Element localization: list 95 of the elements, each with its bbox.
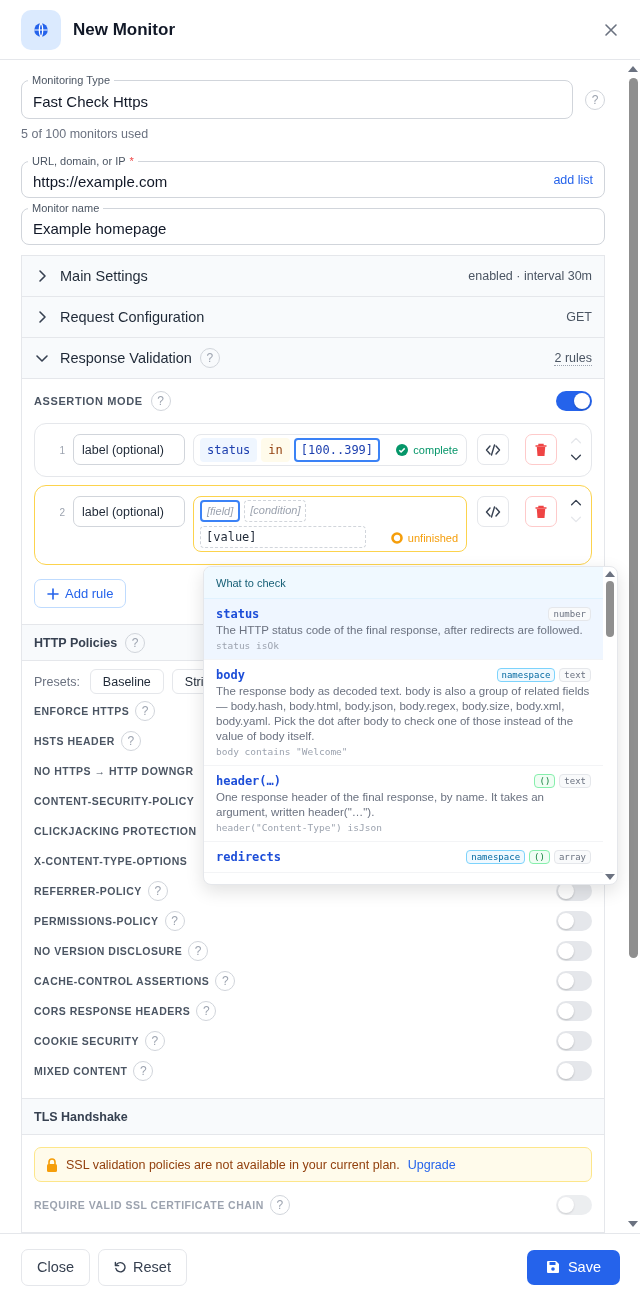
field-name: header(…) [216, 774, 282, 788]
code-view-button[interactable] [477, 434, 509, 465]
field-name: body [216, 668, 245, 682]
section-title: HTTP Policies [34, 635, 118, 650]
expression-token[interactable]: [100..399] [293, 438, 381, 462]
usage-note: 5 of 100 monitors used [21, 127, 150, 141]
policy-label: COOKIE SECURITY [34, 1035, 139, 1047]
type-tag: () [529, 850, 550, 864]
expression-field[interactable]: [field] [condition] [value] unfinished [193, 496, 467, 552]
rule-status: complete [413, 444, 458, 456]
policy-label: CACHE-CONTROL ASSERTIONS [34, 975, 210, 987]
close-button[interactable]: Close [21, 1248, 91, 1286]
toggle-switch[interactable] [556, 971, 592, 991]
add-rule-button[interactable]: Add rule [34, 579, 127, 608]
policy-label: MIXED CONTENT [34, 1065, 128, 1077]
rule-number: 2 [58, 506, 65, 518]
policy-label: X-CONTENT-TYPE-OPTIONS [34, 855, 188, 867]
add-list-link[interactable]: add list [553, 172, 593, 187]
delete-button[interactable] [525, 496, 557, 527]
expression-token[interactable]: [value] [200, 526, 366, 548]
menu-heading: What to check [204, 567, 603, 599]
preset-button[interactable]: Baseline [89, 669, 164, 694]
toggle-switch[interactable] [556, 1061, 592, 1081]
field-example: body contains "Welcome" [216, 746, 349, 757]
reset-button[interactable]: Reset [98, 1248, 187, 1286]
section-title: Request Configuration [60, 309, 205, 325]
section-title: TLS Handshake [34, 1109, 128, 1124]
toggle-switch[interactable] [556, 1001, 592, 1021]
toggle-switch[interactable] [556, 941, 592, 961]
expression-token[interactable]: in [261, 438, 290, 462]
type-tag: text [559, 668, 591, 682]
label-field[interactable]: label (optional) [73, 496, 185, 527]
toggle-switch[interactable] [556, 391, 592, 411]
rule-status: unfinished [407, 532, 458, 544]
section-summary: 2 rules [554, 350, 592, 366]
menu-item[interactable]: status number The HTTP status code of the final response, after redirects are followed. status isOk [204, 599, 603, 660]
policy-label: NO HTTPS → HTTP DOWNGR [34, 765, 194, 777]
field-name: status [216, 607, 260, 621]
field-example: header("Content-Type") isJson [216, 822, 383, 833]
label-field[interactable]: label (optional) [73, 434, 185, 465]
app-logo-icon [21, 9, 61, 50]
policy-label: NO VERSION DISCLOSURE [34, 945, 183, 957]
lock-icon [46, 1157, 58, 1172]
type-tag: namespace [496, 668, 556, 682]
type-tag: text [559, 774, 591, 788]
type-tag: () [534, 774, 556, 788]
expression-field[interactable]: status in [100..399] complete [193, 434, 467, 466]
section-title: Main Settings [60, 268, 148, 284]
notice-text: SSL validation policies are not available in your current plan. [66, 1157, 400, 1172]
presets-label: Presets: [34, 674, 80, 689]
toggle-switch[interactable] [556, 1031, 592, 1051]
policy-label: REQUIRE VALID SSL CERTIFICATE CHAIN [34, 1199, 264, 1211]
policy-label: REFERRER-POLICY [34, 885, 142, 897]
section-header[interactable]: Request Configuration GET [22, 297, 604, 338]
policy-label: CLICKJACKING PROTECTION [34, 825, 197, 837]
field-example: status isOk [216, 640, 280, 651]
save-button[interactable]: Save [526, 1249, 620, 1285]
policy-label: CORS RESPONSE HEADERS [34, 1005, 191, 1017]
dialog-title: New Monitor [73, 19, 176, 40]
toggle-switch[interactable] [556, 911, 592, 931]
upgrade-link[interactable]: Upgrade [407, 1157, 456, 1172]
trash-icon [534, 442, 548, 457]
code-view-button[interactable] [477, 496, 509, 527]
section-header[interactable]: Response Validation ? 2 rules [22, 338, 604, 379]
plus-icon [47, 587, 59, 600]
undo-icon [114, 1260, 128, 1274]
field-name: redirects [216, 850, 282, 864]
section-title: Response Validation [60, 350, 192, 366]
type-tag: number [548, 607, 591, 621]
field-value: Example homepage [33, 219, 168, 237]
policy-label: PERMISSIONS-POLICY [34, 915, 159, 927]
delete-button[interactable] [525, 434, 557, 465]
code-icon [485, 441, 501, 458]
close-icon[interactable] [603, 21, 619, 38]
section-summary: enabled · interval 30m [468, 269, 592, 283]
field-description: The HTTP status code of the final response, after redirects are followed. [216, 623, 584, 638]
save-icon [545, 1260, 560, 1274]
section-summary: GET [566, 310, 592, 324]
section-header[interactable]: Main Settings enabled · interval 30m [22, 256, 604, 297]
type-tag: array [553, 850, 591, 864]
field-description: The response body as decoded text. body is also a group of related fields — body.hash, body.html, body.json, body.regex, body.size, body.xml, body.yaml. Pick the dot after body to check one of those instead of the value of body itself. [216, 684, 591, 744]
field-description: One response header of the final response, by name. It takes an argument, written header("…"). [216, 790, 545, 820]
expression-token[interactable]: status [200, 438, 258, 462]
policy-label: CONTENT-SECURITY-POLICY [34, 795, 195, 807]
field-value: https://example.com [33, 172, 169, 190]
rule-number: 1 [58, 444, 65, 456]
menu-item[interactable]: header(…) () text One response header of the final response, by name. It takes an argument, written header("…"). header("Content-Type") isJson [204, 766, 603, 842]
menu-item[interactable]: redirects namespace () array [204, 842, 603, 873]
policy-label: ENFORCE HTTPS [34, 705, 130, 717]
trash-icon [534, 504, 548, 519]
policy-label: HSTS HEADER [34, 735, 115, 747]
code-icon [485, 503, 501, 520]
assertion-mode-label: ASSERTION MODE [34, 395, 143, 407]
field-value: Fast Check Https [33, 92, 150, 110]
type-tag: namespace [466, 850, 526, 864]
